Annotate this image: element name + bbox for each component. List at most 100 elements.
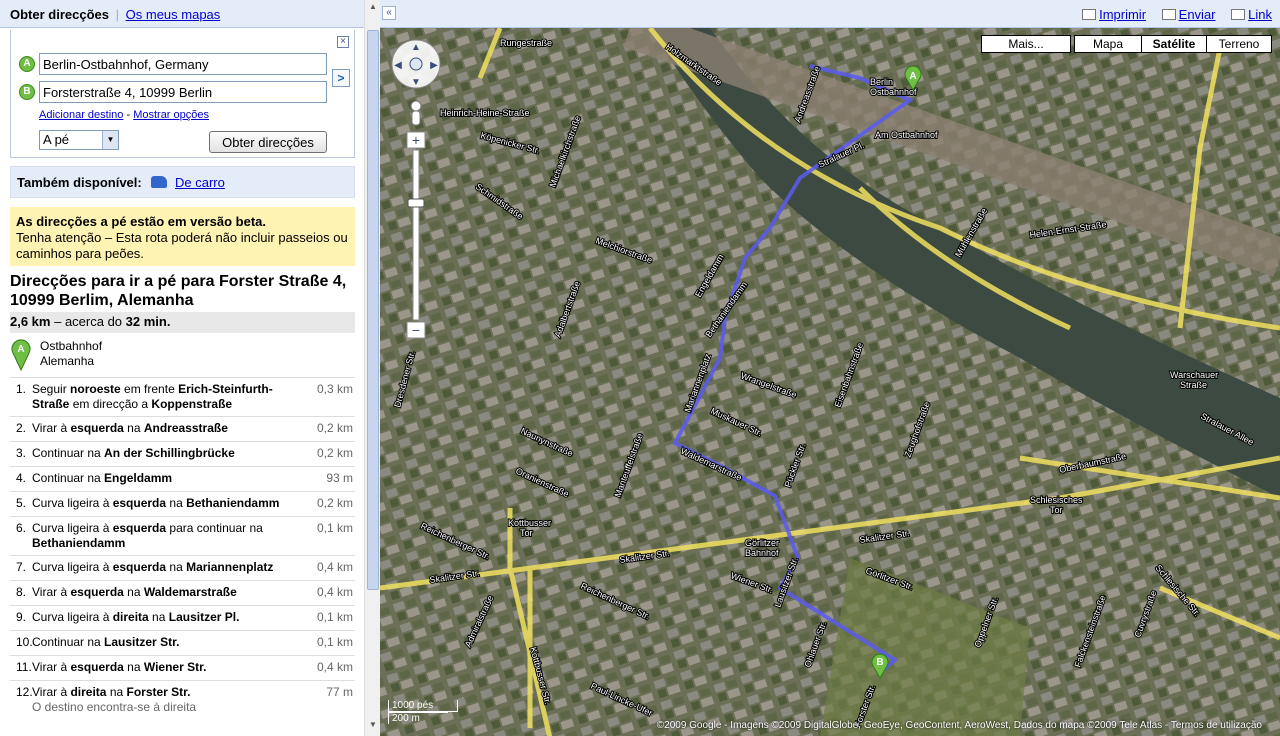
step-distance: 0,1 km xyxy=(316,635,353,649)
route-summary: 2,6 km – acerca do 32 min. xyxy=(10,312,355,333)
scroll-down-icon[interactable]: ▼ xyxy=(367,720,379,732)
step-number: 6. xyxy=(16,521,27,535)
close-icon[interactable]: × xyxy=(337,36,349,48)
tab-get-directions[interactable]: Obter direcções xyxy=(10,7,109,22)
step-distance: 0,4 km xyxy=(316,560,353,574)
step-distance: 77 m xyxy=(326,685,353,699)
pan-up-icon[interactable]: ▲ xyxy=(411,42,421,53)
map-actions: Imprimir Enviar Link xyxy=(1070,7,1272,22)
zoom-slider-thumb[interactable] xyxy=(407,198,425,208)
beta-body: Tenha atenção – Esta rota poderá não inc… xyxy=(16,230,348,261)
route-distance: 2,6 km xyxy=(10,314,51,329)
pegman-icon[interactable] xyxy=(411,110,421,126)
also-available-bar: Também disponível: De carro xyxy=(10,166,355,198)
waypoint-b: B xyxy=(19,81,339,103)
map-type-more[interactable]: Mais... xyxy=(981,35,1071,53)
step-number: 7. xyxy=(16,560,27,574)
from-input[interactable] xyxy=(39,53,327,75)
step-text: Virar à direita na Forster Str. xyxy=(32,685,191,699)
map-type-terrain[interactable]: Terreno xyxy=(1206,35,1272,53)
start-location: A Ostbahnhof Alemanha xyxy=(10,337,355,377)
step-text: Virar à esquerda na Waldemarstraße xyxy=(32,585,237,599)
svg-text:Tor: Tor xyxy=(520,528,533,538)
step-number: 9. xyxy=(16,610,27,624)
beta-notice: As direcções a pé estão em versão beta. … xyxy=(10,207,355,266)
pan-right-icon[interactable]: ▶ xyxy=(430,60,438,71)
map-copyright: ©2009 Google - Imagens ©2009 DigitalGlob… xyxy=(656,720,1262,731)
scale-ft: 1000 pés xyxy=(388,700,458,712)
collapse-panel-icon[interactable]: « xyxy=(382,6,396,20)
show-options-link[interactable]: Mostrar opções xyxy=(133,109,209,121)
marker-b-icon: B xyxy=(19,84,35,100)
step-row[interactable]: 11. Virar à esquerda na Wiener Str. 0,4 km xyxy=(10,655,355,680)
beta-title: As direcções a pé estão em versão beta. xyxy=(16,214,267,229)
link-icon xyxy=(1231,9,1246,20)
panel-scrollbar[interactable]: ▲ ▼ xyxy=(364,0,380,736)
add-destination-link[interactable]: Adicionar destino xyxy=(39,109,123,121)
nav-separator: | xyxy=(115,7,120,22)
map-canvas[interactable]: Rungestraße Holzmarktstraße Andreasstraß… xyxy=(380,28,1280,736)
pin-a-letter: A xyxy=(17,344,24,355)
swap-waypoints-button[interactable]: > xyxy=(332,69,350,87)
step-row[interactable]: 1. Seguir noroeste em frente Erich-Steinf… xyxy=(10,377,355,416)
print-link[interactable]: Imprimir xyxy=(1099,7,1146,22)
map-type-satellite[interactable]: Satélite xyxy=(1141,35,1207,53)
start-country: Alemanha xyxy=(40,354,95,368)
directions-form: × A B > Adicionar destino - Mostrar opçõ… xyxy=(10,30,355,158)
travel-mode-select[interactable]: A pé ▼ xyxy=(39,130,119,150)
step-row[interactable]: 5. Curva ligeira à esquerda na Bethaniend… xyxy=(10,491,355,516)
map-type-map[interactable]: Mapa xyxy=(1074,35,1142,53)
marker-a-letter: A xyxy=(909,71,916,82)
step-row[interactable]: 3. Continuar na An der Schillingbrücke 0,2… xyxy=(10,441,355,466)
link-link[interactable]: Link xyxy=(1248,7,1272,22)
step-row[interactable]: 9. Curva ligeira à direita na Lausitzer P… xyxy=(10,605,355,630)
step-text: Seguir noroeste em frente Erich-Steinfur… xyxy=(32,382,273,411)
get-directions-button[interactable]: Obter direcções xyxy=(209,131,327,153)
zoom-control[interactable]: ▲ ▼ ◀ ▶ + − xyxy=(390,38,442,348)
step-distance: 0,2 km xyxy=(316,446,353,460)
svg-text:Am Ostbahnhof: Am Ostbahnhof xyxy=(875,130,938,140)
step-row[interactable]: 12. Virar à direita na Forster Str. 77 m O … xyxy=(10,680,355,719)
svg-text:Ostbahnhof: Ostbahnhof xyxy=(870,87,917,97)
step-number: 8. xyxy=(16,585,27,599)
start-name: Ostbahnhof xyxy=(40,339,103,353)
scrollbar-thumb[interactable] xyxy=(367,30,379,590)
svg-text:Tor: Tor xyxy=(1050,505,1063,515)
step-row[interactable]: 8. Virar à esquerda na Waldemarstraße 0,4 … xyxy=(10,580,355,605)
send-link[interactable]: Enviar xyxy=(1179,7,1216,22)
pegman-head-icon[interactable] xyxy=(410,100,422,112)
pan-down-icon[interactable]: ▼ xyxy=(411,77,421,88)
zoom-slider-track[interactable] xyxy=(412,149,420,321)
scroll-up-icon[interactable]: ▲ xyxy=(367,2,379,14)
step-text: Curva ligeira à direita na Lausitzer Pl. xyxy=(32,610,240,624)
step-text: Virar à esquerda na Andreasstraße xyxy=(32,421,228,435)
satellite-map[interactable]: Rungestraße Holzmarktstraße Andreasstraß… xyxy=(380,28,1280,736)
step-distance: 0,4 km xyxy=(316,660,353,674)
hand-icon[interactable] xyxy=(409,57,423,71)
step-number: 2. xyxy=(16,421,27,435)
svg-text:Kottbusser: Kottbusser xyxy=(508,518,551,528)
step-row[interactable]: 7. Curva ligeira à esquerda na Mariannenp… xyxy=(10,555,355,580)
form-links: Adicionar destino - Mostrar opções xyxy=(39,109,209,121)
waypoint-a: A xyxy=(19,53,339,75)
tab-my-maps[interactable]: Os meus mapas xyxy=(126,7,221,22)
pan-left-icon[interactable]: ◀ xyxy=(394,60,402,71)
step-row[interactable]: 2. Virar à esquerda na Andreasstraße 0,2 k… xyxy=(10,416,355,441)
mail-icon xyxy=(1161,9,1176,20)
driving-link[interactable]: De carro xyxy=(175,175,225,190)
also-available-label: Também disponível: xyxy=(17,175,142,190)
step-row[interactable]: 6. Curva ligeira à esquerda para continua… xyxy=(10,516,355,555)
to-input[interactable] xyxy=(39,81,327,103)
step-number: 12. xyxy=(16,685,33,699)
step-row[interactable]: 10. Continuar na Lausitzer Str. 0,1 km xyxy=(10,630,355,655)
step-number: 1. xyxy=(16,382,27,396)
step-row[interactable]: 4. Continuar na Engeldamm 93 m xyxy=(10,466,355,491)
car-icon xyxy=(151,176,168,188)
svg-text:Bahnhof: Bahnhof xyxy=(745,548,779,558)
step-number: 4. xyxy=(16,471,27,485)
step-text: Curva ligeira à esquerda na Mariannenpla… xyxy=(32,560,274,574)
step-distance: 0,2 km xyxy=(316,496,353,510)
steps-list: 1. Seguir noroeste em frente Erich-Steinf… xyxy=(10,377,355,719)
step-number: 5. xyxy=(16,496,27,510)
svg-text:Straße: Straße xyxy=(1180,380,1207,390)
